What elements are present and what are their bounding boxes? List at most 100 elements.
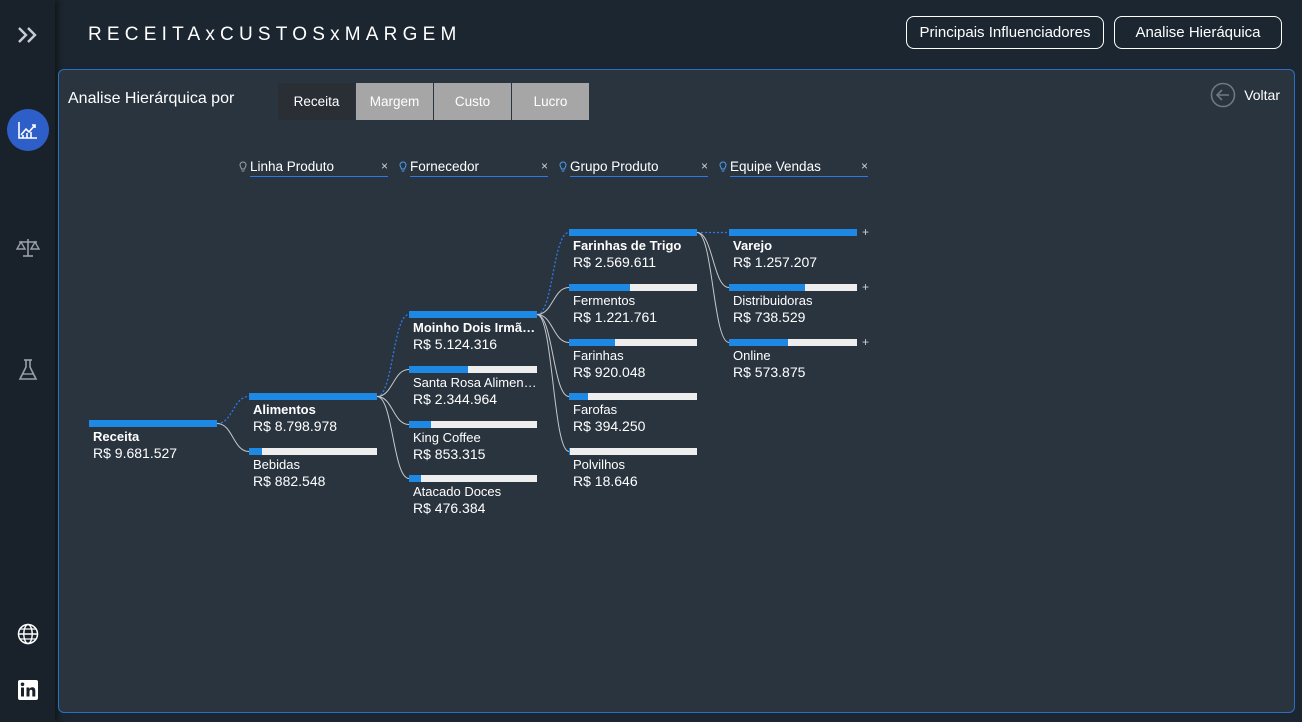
node-value: R$ 1.221.761 (573, 309, 658, 325)
sidebar-item-website[interactable] (0, 612, 55, 656)
node-value: R$ 1.257.207 (733, 254, 818, 270)
node-bar-fill (89, 420, 217, 427)
node-bar (409, 366, 537, 373)
node-bar-fill (409, 311, 537, 318)
node-value: R$ 573.875 (733, 364, 806, 380)
node-label: Varejo (733, 238, 773, 253)
sidebar-item-lab[interactable] (0, 348, 55, 392)
tree-node[interactable]: Atacado Doces R$ 476.384 (409, 475, 537, 517)
node-bar-fill (409, 421, 431, 428)
node-value: R$ 2.344.964 (413, 391, 498, 407)
node-bar (409, 421, 537, 428)
tree-connector (216, 423, 250, 452)
node-bar-fill (409, 475, 421, 482)
line-chart-icon (17, 122, 37, 139)
node-bar (729, 284, 857, 291)
node-label: Bebidas (253, 457, 300, 472)
node-value: R$ 9.681.527 (93, 445, 178, 461)
tree-node[interactable]: King Coffee R$ 853.315 (409, 421, 537, 463)
node-bar (569, 284, 697, 291)
tree-connector (376, 313, 410, 398)
globe-icon (17, 623, 38, 645)
tree-connector (536, 231, 570, 316)
node-value: R$ 2.569.611 (573, 254, 657, 270)
tree-node[interactable]: Fermentos R$ 1.221.761 (569, 284, 697, 326)
node-label: King Coffee (413, 430, 481, 445)
tree-connector (696, 232, 730, 288)
tree-node[interactable]: Alimentos R$ 8.798.978 (249, 393, 377, 435)
active-nav-indicator (6, 109, 49, 151)
tree-connector (216, 395, 250, 425)
node-value: R$ 394.250 (573, 418, 646, 434)
tree-node[interactable]: Farinhas de Trigo R$ 2.569.611 (569, 229, 697, 271)
node-bar-fill (569, 229, 697, 236)
node-bar (569, 229, 697, 236)
node-bar-fill (569, 448, 571, 455)
tree-node[interactable]: Santa Rosa Alimentos R$ 2.344.964 (409, 366, 537, 408)
tree-connector (376, 396, 410, 479)
tree-connector (536, 314, 570, 452)
tree-node[interactable]: Moinho Dois Irmãos R$ 5.124.316 (409, 311, 537, 353)
node-value: R$ 476.384 (413, 500, 486, 516)
sidebar-item-compare[interactable] (0, 226, 55, 270)
tree-connector (376, 396, 410, 425)
node-bar-fill (729, 339, 788, 346)
linkedin-icon (17, 680, 38, 700)
node-value: R$ 853.315 (413, 446, 486, 462)
tree-connector (376, 369, 410, 397)
node-value: R$ 5.124.316 (413, 336, 498, 352)
sidebar-item-linkedin[interactable] (0, 668, 55, 712)
node-value: R$ 882.548 (253, 473, 326, 489)
sidebar-expand-button[interactable] (0, 13, 55, 57)
node-bar-fill (409, 366, 468, 373)
tree-node[interactable]: Varejo R$ 1.257.207 + (729, 225, 869, 271)
tree-node[interactable]: Distribuidoras R$ 738.529 + (729, 280, 869, 326)
tree-node[interactable]: Farinhas R$ 920.048 (569, 339, 697, 381)
node-label: Alimentos (253, 402, 316, 417)
node-bar-fill (569, 284, 631, 291)
node-label: Online (733, 348, 771, 363)
double-chevron-right-icon (17, 27, 37, 43)
node-label: Santa Rosa Alimentos (413, 375, 537, 390)
node-bar (249, 448, 377, 455)
tree-node[interactable]: Bebidas R$ 882.548 (249, 448, 377, 490)
node-label: Farinhas (573, 348, 624, 363)
node-value: R$ 18.646 (573, 473, 638, 489)
node-value: R$ 8.798.978 (253, 418, 338, 434)
node-bar (569, 339, 697, 346)
node-bar (89, 420, 217, 427)
expand-node-icon[interactable]: + (862, 335, 869, 349)
tree-node[interactable]: Online R$ 573.875 + (729, 335, 869, 381)
node-label: Farinhas de Trigo (573, 238, 682, 253)
scales-icon (15, 239, 40, 257)
node-bar (409, 311, 537, 318)
node-bar-fill (729, 229, 857, 236)
tree-root-node[interactable]: Receita R$ 9.681.527 (89, 420, 217, 462)
expand-node-icon[interactable]: + (862, 225, 869, 239)
node-bar-fill (249, 393, 377, 400)
node-bar-fill (729, 284, 805, 291)
tree-connector (696, 232, 730, 343)
tree-connectors (216, 231, 730, 479)
node-value: R$ 920.048 (573, 364, 646, 380)
sidebar-nav (0, 0, 55, 722)
hierarchy-analysis-button[interactable]: Analise Hieráquica (1114, 16, 1282, 49)
key-influencers-button[interactable]: Principais Influenciadores (906, 16, 1104, 49)
node-value: R$ 738.529 (733, 309, 806, 325)
tree-node[interactable]: Polvilhos R$ 18.646 (569, 448, 697, 490)
node-bar (249, 393, 377, 400)
node-label: Polvilhos (573, 457, 626, 472)
decomposition-tree-panel: Analise Hierárquica por Receita Margem C… (58, 69, 1295, 713)
node-label: Farofas (573, 402, 618, 417)
node-label: Moinho Dois Irmãos (413, 320, 537, 335)
node-label: Fermentos (573, 293, 636, 308)
node-bar-fill (569, 339, 616, 346)
expand-node-icon[interactable]: + (862, 280, 869, 294)
flask-icon (18, 359, 37, 380)
node-label: Atacado Doces (413, 484, 502, 499)
node-bar-fill (249, 448, 262, 455)
app-title: RECEITAxCUSTOSxMARGEM (88, 24, 462, 45)
tree-node[interactable]: Farofas R$ 394.250 (569, 393, 697, 435)
sidebar-item-revenue[interactable] (0, 108, 55, 152)
node-bar (729, 229, 857, 236)
